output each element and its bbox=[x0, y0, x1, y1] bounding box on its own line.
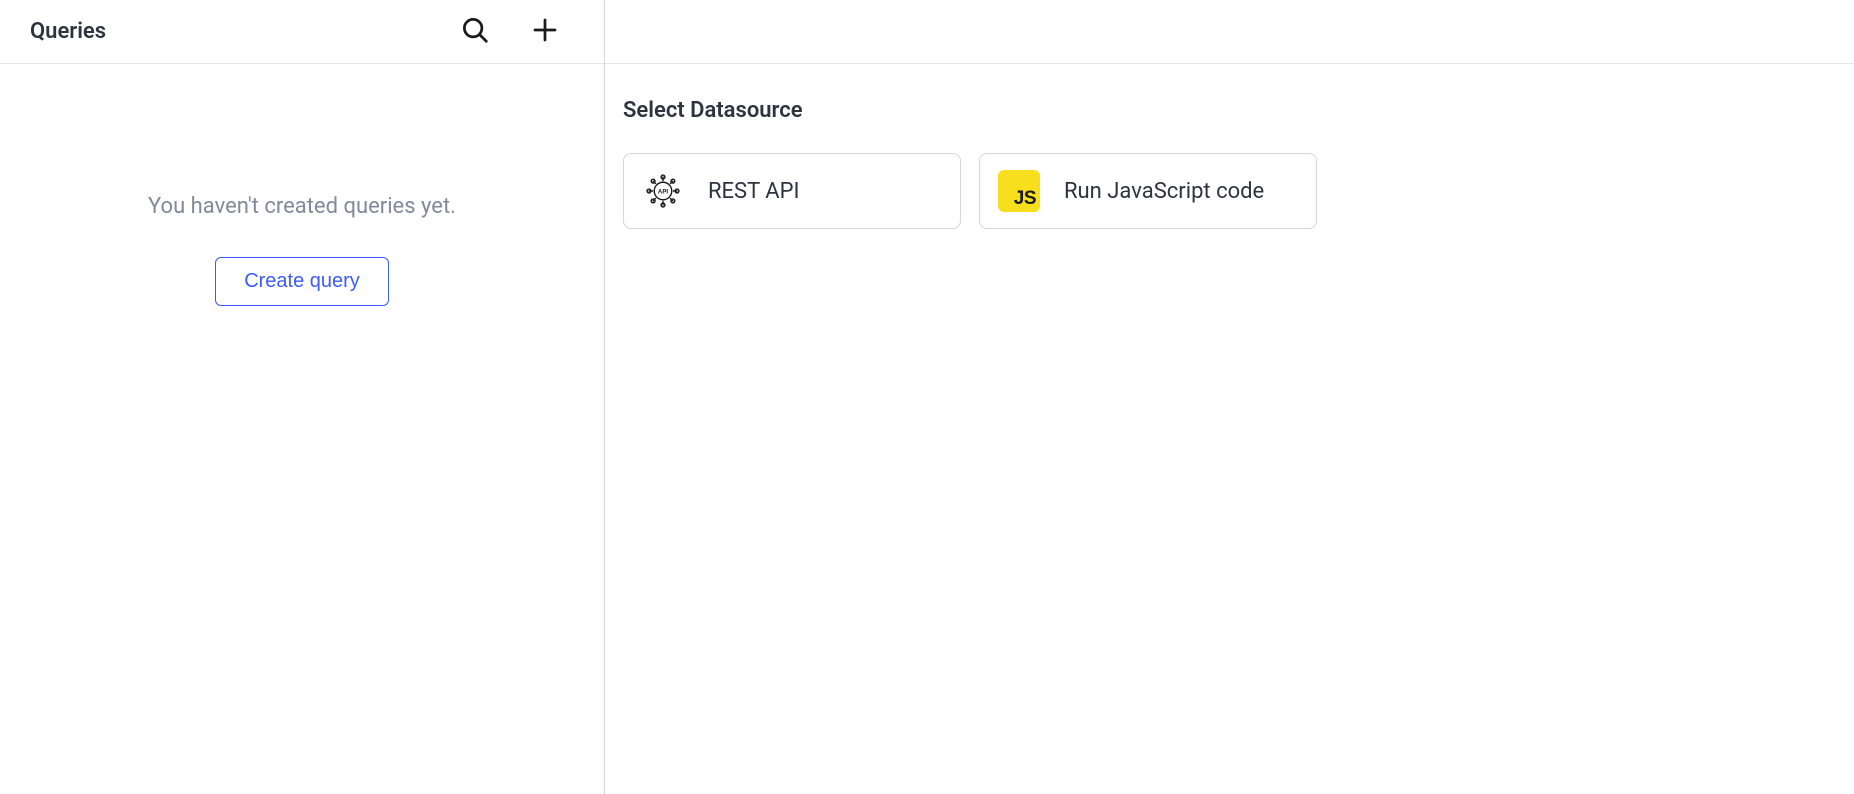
datasource-label: Run JavaScript code bbox=[1064, 179, 1264, 204]
js-icon: JS bbox=[998, 170, 1040, 212]
search-icon bbox=[460, 15, 490, 48]
sidebar-header: Queries bbox=[0, 0, 604, 64]
sidebar-title: Queries bbox=[30, 19, 106, 44]
app-container: Queries bbox=[0, 0, 1854, 794]
queries-sidebar: Queries bbox=[0, 0, 605, 794]
plus-icon bbox=[530, 15, 560, 48]
main-header-spacer bbox=[605, 0, 1854, 64]
datasource-card-rest-api[interactable]: API REST API bbox=[623, 153, 961, 229]
main-body: Select Datasource bbox=[605, 64, 1854, 263]
add-button[interactable] bbox=[526, 11, 564, 52]
sidebar-body: You haven't created queries yet. Create … bbox=[0, 64, 604, 794]
api-icon: API bbox=[642, 170, 684, 212]
svg-text:API: API bbox=[658, 189, 668, 196]
search-button[interactable] bbox=[456, 11, 494, 52]
js-badge: JS bbox=[998, 170, 1040, 212]
main-title: Select Datasource bbox=[623, 98, 1836, 123]
empty-state-text: You haven't created queries yet. bbox=[148, 194, 456, 219]
datasource-grid: API REST API JS Run JavaScript code bbox=[623, 153, 1836, 229]
create-query-button[interactable]: Create query bbox=[215, 257, 389, 306]
datasource-card-javascript[interactable]: JS Run JavaScript code bbox=[979, 153, 1317, 229]
datasource-label: REST API bbox=[708, 179, 800, 204]
main-panel: Select Datasource bbox=[605, 0, 1854, 794]
sidebar-actions bbox=[456, 11, 564, 52]
